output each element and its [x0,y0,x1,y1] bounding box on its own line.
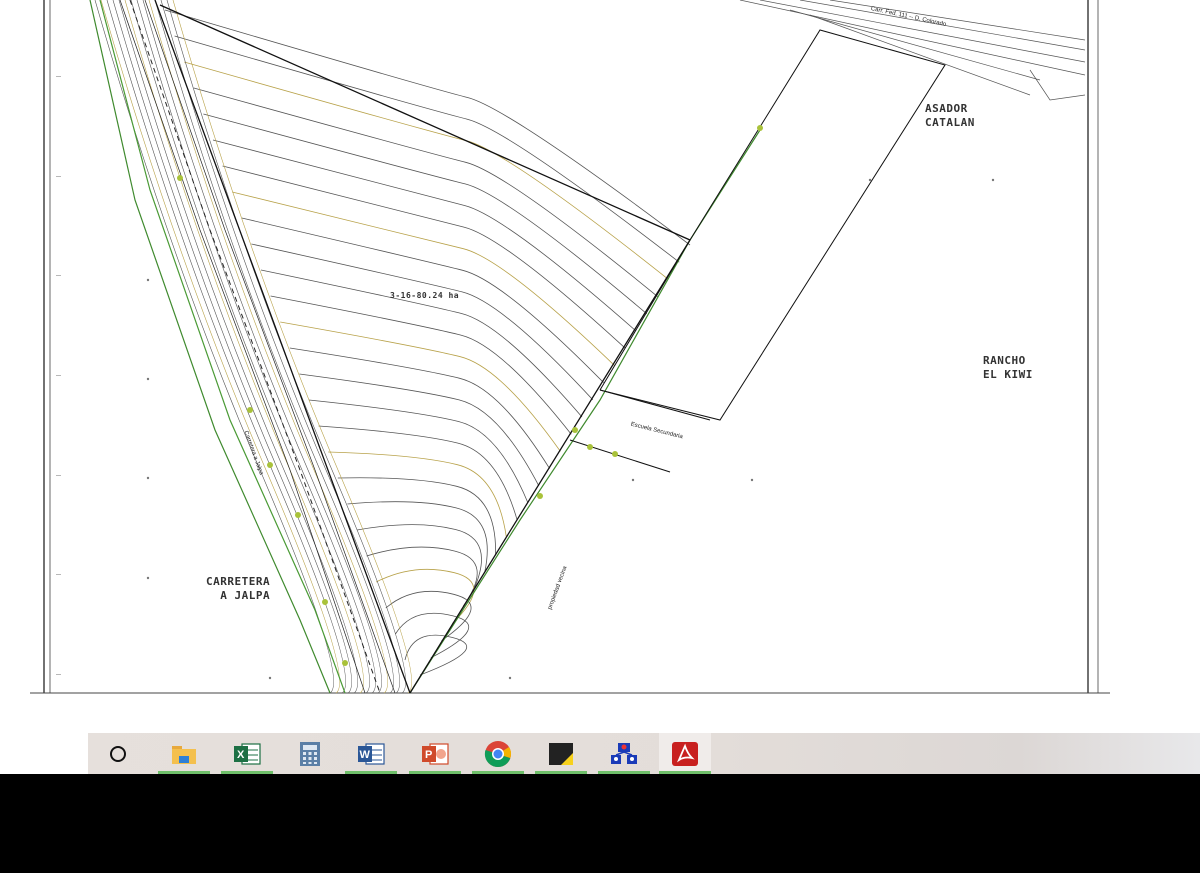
taskbar-word[interactable]: W [345,733,397,774]
contour-line [251,243,594,401]
grid-coordinate: — [56,174,61,180]
svg-text:X: X [237,749,245,761]
contour-line [299,373,540,486]
svg-text:P: P [425,749,432,761]
contour-line [347,501,488,572]
taskbar-chrome[interactable] [472,733,524,774]
carretera-jalpa-label: CARRETERA A JALPA [206,575,271,602]
svg-text:W: W [360,749,371,761]
acrobat-reader-icon [672,741,698,766]
contour-line [289,347,550,469]
grid-coordinate: — [56,273,61,279]
grid-coordinate: — [56,473,61,479]
contour-line [318,425,518,521]
taskbar-network-app[interactable] [598,733,650,774]
taskbar-calculator[interactable] [284,733,336,774]
grid-coordinate: — [56,74,61,80]
drawing-viewport[interactable]: — — — — — — — 3-16-80.24 ha ASADOR CATAL… [0,0,1200,733]
taskbar-file-explorer[interactable] [158,733,210,774]
contour-line [337,477,497,555]
sticky-notes-icon [549,742,573,765]
road-edge-lines [89,0,761,694]
powerpoint-icon: P [422,742,449,765]
asador-catalan-label: ASADOR CATALAN [925,102,975,129]
parcel-area-label: 3-16-80.24 ha [390,291,460,300]
contour-line [270,295,572,435]
road-contour-line [160,0,400,694]
excel-icon: X [234,742,261,765]
file-explorer-icon [172,745,196,764]
cortana-search-icon [110,745,126,762]
taskbar-search-box[interactable] [0,733,88,774]
taskbar-excel[interactable]: X [221,733,273,774]
contour-line [356,524,482,590]
taskbar-sticky-notes[interactable] [535,733,587,774]
contour-lines [94,0,691,694]
contour-line [308,399,529,504]
taskbar-powerpoint[interactable]: P [409,733,461,774]
windows-taskbar: X W P [0,733,1200,774]
contour-line [222,165,626,349]
grid-marks [146,178,995,680]
word-icon: W [358,742,385,765]
chrome-icon [484,740,511,767]
neighbour-boundaries [569,29,946,473]
grid-coordinate: — [56,373,61,379]
contour-line [174,35,680,263]
rancho-el-kiwi-label: RANCHO EL KIWI [983,354,1033,381]
taskbar-acrobat-reader[interactable] [659,733,711,774]
screen-bottom-blackout [0,774,1200,873]
cortana-button[interactable] [92,733,144,774]
network-app-icon [611,742,637,764]
grid-coordinate: — [56,572,61,578]
contour-line [164,9,691,246]
calculator-icon [300,741,320,766]
grid-coordinate: — [56,672,61,678]
